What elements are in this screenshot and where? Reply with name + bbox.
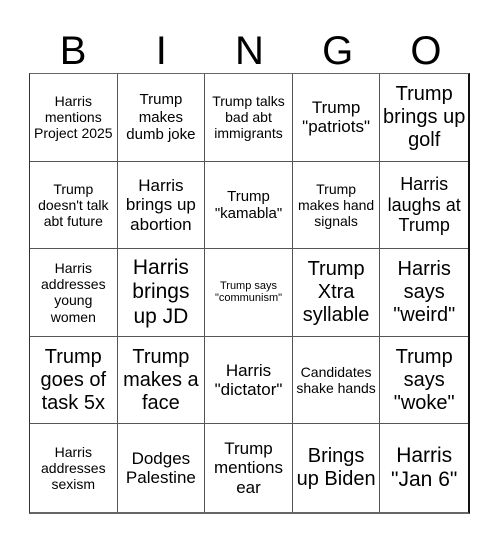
bingo-header: B I N G O bbox=[29, 22, 470, 73]
bingo-cell[interactable]: Trump Xtra syllable bbox=[292, 249, 381, 337]
bingo-card: Harris mentions Project 2025 Trump makes… bbox=[29, 73, 470, 514]
header-letter-i: I bbox=[155, 29, 167, 73]
bingo-cell[interactable]: Trump brings up golf bbox=[380, 74, 468, 162]
bingo-cell[interactable]: Trump talks bad abt immigrants bbox=[205, 74, 293, 162]
bingo-cell[interactable]: Trump makes hand signals bbox=[292, 161, 381, 250]
bingo-cell[interactable]: Harris "dictator" bbox=[205, 336, 293, 425]
bingo-cell[interactable]: Harris mentions Project 2025 bbox=[30, 74, 118, 162]
header-letter-o: O bbox=[410, 29, 442, 73]
bingo-cell[interactable]: Trump doesn't talk abt future bbox=[30, 161, 118, 250]
bingo-cell[interactable]: Trump makes a face bbox=[117, 336, 206, 425]
bingo-cell[interactable]: Harris "Jan 6" bbox=[380, 424, 468, 512]
bingo-cell[interactable]: Trump says "woke" bbox=[380, 337, 468, 425]
bingo-cell[interactable]: Harris brings up JD bbox=[117, 249, 206, 337]
bingo-cell[interactable]: Candidates shake hands bbox=[292, 336, 381, 425]
bingo-cell[interactable]: Harris brings up abortion bbox=[117, 161, 206, 250]
header-letter-b: B bbox=[59, 29, 87, 73]
bingo-cell[interactable]: Dodges Palestine bbox=[118, 424, 206, 512]
bingo-cell[interactable]: Brings up Biden bbox=[293, 424, 381, 512]
bingo-cell[interactable]: Trump mentions ear bbox=[205, 424, 293, 512]
header-letter-n: N bbox=[235, 29, 264, 73]
bingo-cell[interactable]: Harris addresses young women bbox=[30, 249, 118, 337]
bingo-cell[interactable]: Harris addresses sexism bbox=[30, 424, 118, 512]
bingo-cell[interactable]: Trump goes of task 5x bbox=[30, 336, 118, 425]
bingo-cell[interactable]: Trump makes dumb joke bbox=[117, 74, 206, 162]
bingo-cell[interactable]: Harris laughs at Trump bbox=[380, 162, 468, 250]
bingo-cell[interactable]: Trump says "communism" bbox=[205, 249, 293, 337]
bingo-cell[interactable]: Trump "kamabla" bbox=[205, 161, 293, 250]
bingo-cell[interactable]: Trump "patriots" bbox=[292, 74, 381, 162]
header-letter-g: G bbox=[322, 29, 354, 73]
bingo-cell[interactable]: Harris says "weird" bbox=[380, 249, 468, 337]
